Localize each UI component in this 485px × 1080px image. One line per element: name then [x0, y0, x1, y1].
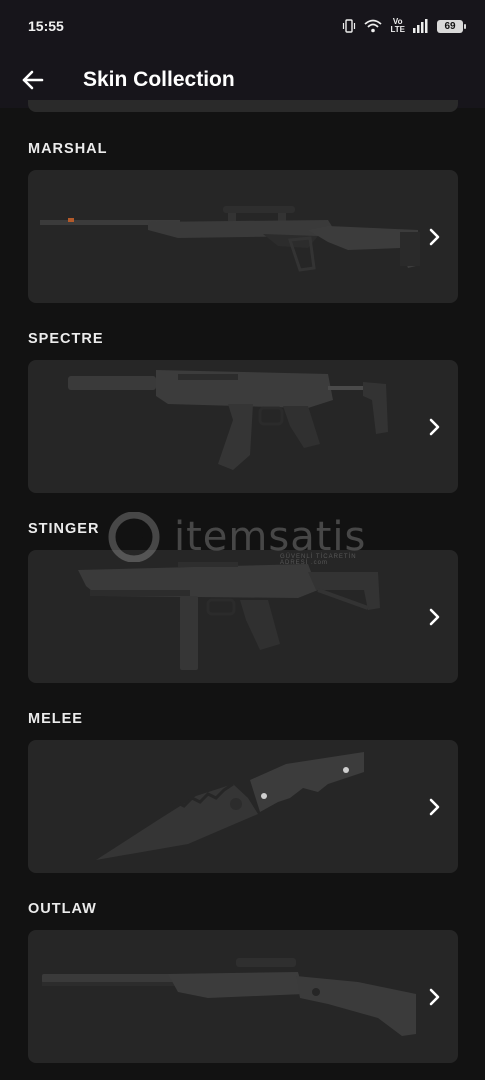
chevron-right-icon [429, 608, 440, 626]
section-title: OUTLAW [28, 901, 97, 917]
melee-knife-icon [96, 752, 364, 860]
chevron-right-icon [429, 418, 440, 436]
previous-card-edge [28, 100, 458, 112]
section-title: STINGER [28, 521, 100, 537]
section-title: SPECTRE [28, 331, 104, 347]
marshal-rifle-icon [40, 206, 420, 272]
back-button[interactable] [10, 57, 56, 103]
weapon-card-stinger[interactable] [28, 550, 458, 683]
vibrate-icon [343, 19, 356, 33]
status-icons: Vo LTE 69 [342, 17, 466, 34]
section-title: MARSHAL [28, 141, 108, 157]
weapon-card-spectre[interactable] [28, 360, 458, 493]
volte-label: Vo LTE [390, 17, 405, 34]
chevron-right-icon [429, 798, 440, 816]
spectre-smg-icon [68, 370, 388, 470]
status-bar: 15:55 Vo LTE 69 [0, 0, 485, 52]
signal-icon [413, 19, 428, 33]
outlaw-rifle-icon [42, 958, 416, 1036]
weapon-card-outlaw[interactable] [28, 930, 458, 1063]
weapon-card-melee[interactable] [28, 740, 458, 873]
status-time: 15:55 [28, 18, 64, 34]
wifi-icon [364, 19, 383, 33]
page-title: Skin Collection [83, 68, 235, 91]
chevron-right-icon [429, 228, 440, 246]
section-title: MELEE [28, 711, 83, 727]
arrow-left-icon [22, 70, 44, 90]
stinger-smg-icon [78, 562, 380, 670]
chevron-right-icon [429, 988, 440, 1006]
weapon-card-marshal[interactable] [28, 170, 458, 303]
battery-icon: 69 [437, 19, 466, 33]
